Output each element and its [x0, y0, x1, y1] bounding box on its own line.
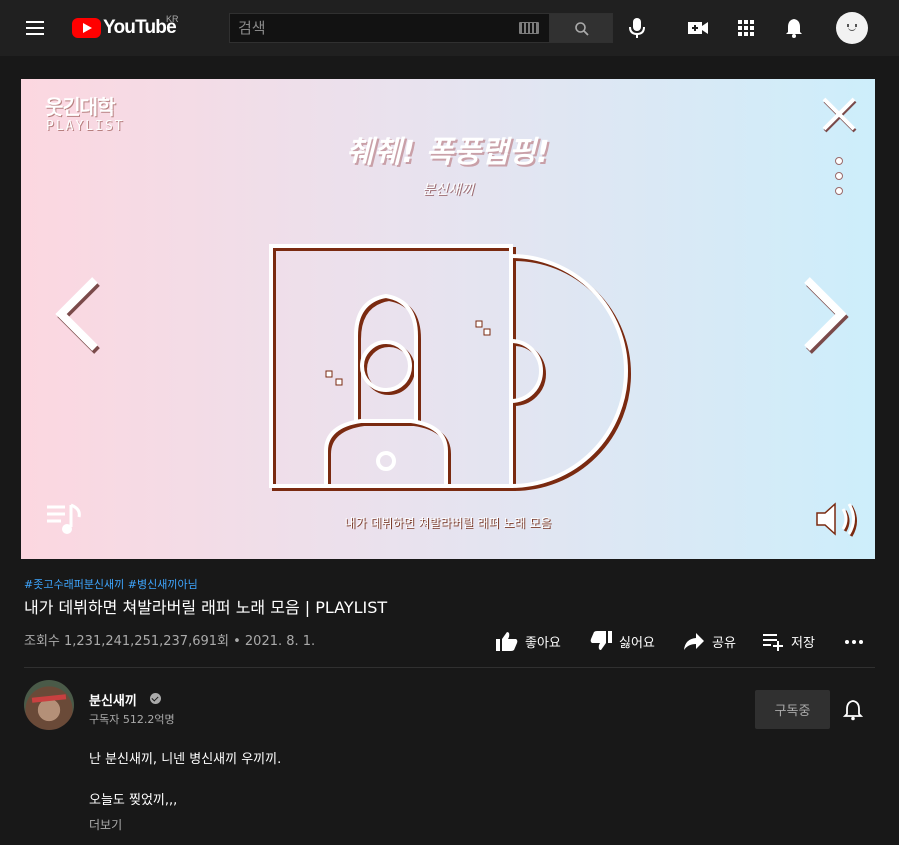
create-video-button[interactable]: [687, 16, 709, 40]
channel-avatar[interactable]: [24, 680, 74, 730]
volume-icon[interactable]: [813, 499, 863, 541]
notifications-button[interactable]: [783, 16, 805, 40]
playlist-add-icon: [763, 634, 783, 651]
bell-outline-icon: [842, 700, 864, 721]
divider: [24, 667, 875, 668]
hashtag-link[interactable]: #좃고수래퍼분신새끼: [24, 578, 124, 591]
share-label: 공유: [712, 635, 736, 651]
avatar-headband: [31, 694, 67, 703]
thumbs-down-icon: [590, 631, 612, 650]
more-actions-button[interactable]: [842, 629, 866, 653]
like-button[interactable]: 좋아요: [495, 629, 561, 653]
more-horiz-icon: [845, 640, 863, 644]
youtube-play-icon: [72, 18, 101, 38]
hashtags: #좃고수래퍼분신새끼 #병신새끼아님: [24, 576, 198, 592]
like-label: 좋아요: [525, 635, 561, 651]
video-camera-icon: [688, 22, 708, 34]
account-avatar[interactable]: [836, 12, 868, 44]
thumbnail-title: 췌췌! 폭풍랩핑!: [346, 135, 550, 170]
more-vert-icon[interactable]: [831, 155, 847, 197]
subscribed-button[interactable]: 구독중: [755, 690, 830, 729]
show-more-link[interactable]: 더보기: [89, 816, 122, 833]
save-button[interactable]: 저장: [761, 629, 815, 653]
apps-grid-icon: [738, 20, 754, 36]
description-line: 오늘도 찢었끼,,,: [89, 793, 178, 808]
video-meta: 조회수 1,231,241,251,237,691회 • 2021. 8. 1.: [24, 634, 316, 649]
verified-badge-icon: [150, 693, 161, 704]
bell-icon: [786, 19, 802, 38]
thumbs-up-icon: [496, 632, 518, 651]
menu-icon[interactable]: [24, 17, 46, 39]
description-line: 난 분신새끼, 니넨 병신새끼 우끼끼.: [89, 752, 282, 767]
channel-name[interactable]: 분신새끼: [89, 690, 137, 709]
avatar-smile: [848, 27, 856, 31]
thumbnail-artist: 분신새끼: [422, 182, 474, 198]
youtube-logo[interactable]: YouTube: [72, 16, 177, 40]
thumbnail-caption: 내가 데뷔하면 쳐발라버릴 래퍼 노래 모음: [344, 516, 552, 530]
channel-notifications-button[interactable]: [842, 699, 864, 725]
chevron-left-icon[interactable]: [51, 274, 103, 354]
search-button[interactable]: [549, 13, 613, 43]
logo-text: YouTube: [103, 17, 177, 38]
video-title: 내가 데뷔하면 쳐발라버릴 래퍼 노래 모음 | PLAYLIST: [24, 598, 388, 617]
subscriber-count: 구독자 512.2억명: [89, 713, 175, 726]
save-label: 저장: [791, 635, 815, 651]
dislike-label: 싫어요: [619, 635, 655, 651]
hashtag-link[interactable]: #병신새끼아님: [128, 578, 198, 591]
search-box: [229, 13, 549, 43]
share-button[interactable]: 공유: [682, 629, 736, 653]
country-code: KR: [166, 14, 179, 24]
search-icon: [575, 22, 589, 36]
playlist-music-icon[interactable]: [43, 499, 87, 539]
mic-icon: [629, 18, 645, 38]
video-player[interactable]: 웃긴대학 PLAYLIST 췌췌! 폭풍랩핑! 분신새끼 내가 데뷔하면 쳐발라…: [21, 79, 875, 559]
masthead: YouTube KR: [0, 0, 899, 56]
channel-brand: 웃긴대학: [45, 95, 116, 119]
close-icon[interactable]: [819, 94, 859, 134]
dislike-button[interactable]: 싫어요: [589, 629, 655, 653]
apps-button[interactable]: [735, 16, 757, 40]
album-illustration: [269, 244, 631, 491]
search-input[interactable]: [230, 14, 510, 42]
voice-search-button[interactable]: [626, 16, 648, 40]
chevron-right-icon[interactable]: [799, 274, 851, 354]
share-icon: [684, 633, 704, 650]
keyboard-icon[interactable]: [519, 22, 539, 34]
